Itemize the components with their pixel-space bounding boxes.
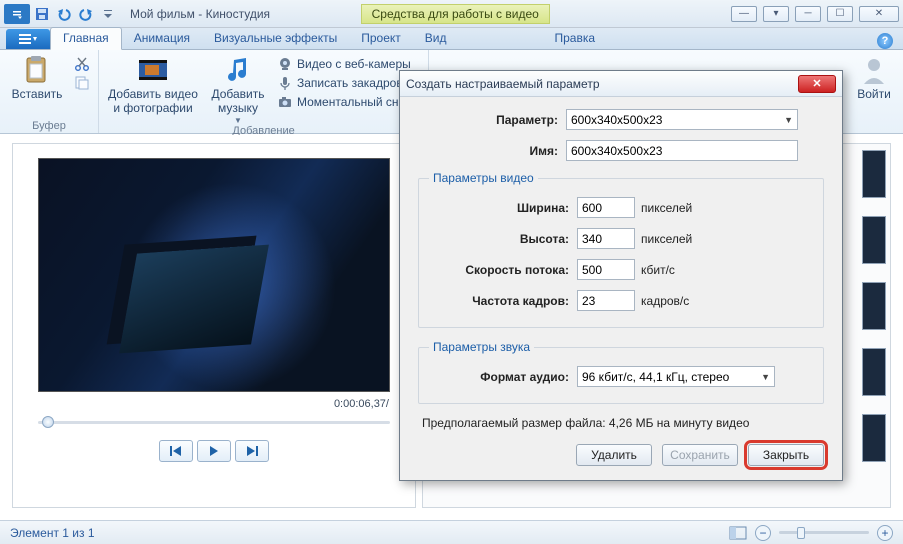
- dialog-title: Создать настраиваемый параметр: [406, 77, 600, 91]
- group-signin: Войти: [845, 50, 903, 133]
- zoom-out-button[interactable]: −: [755, 525, 771, 541]
- name-input[interactable]: [566, 140, 798, 161]
- audio-legend: Параметры звука: [429, 340, 534, 354]
- video-preview[interactable]: [38, 158, 390, 392]
- window-title: Мой фильм - Киностудия: [130, 7, 270, 21]
- status-text: Элемент 1 из 1: [10, 526, 95, 540]
- chevron-down-icon: ▼: [761, 372, 770, 382]
- quick-access-toolbar: [4, 4, 118, 24]
- prev-frame-button[interactable]: [159, 440, 193, 462]
- tab-main[interactable]: Главная: [50, 27, 122, 50]
- qat-dropdown-icon[interactable]: [98, 4, 118, 24]
- delete-button[interactable]: Удалить: [576, 444, 652, 466]
- app-menu-button[interactable]: [4, 4, 30, 24]
- estimate-text: Предполагаемый размер файла: 4,26 МБ на …: [422, 416, 824, 430]
- undo-icon[interactable]: [54, 4, 74, 24]
- height-input[interactable]: [577, 228, 635, 249]
- fps-unit: кадров/с: [641, 294, 689, 308]
- tab-view[interactable]: Вид: [413, 28, 459, 49]
- redo-icon[interactable]: [76, 4, 96, 24]
- video-legend: Параметры видео: [429, 171, 538, 185]
- scissors-icon: [74, 56, 90, 72]
- width-label: Ширина:: [429, 201, 569, 215]
- cut-button[interactable]: [72, 55, 92, 73]
- microphone-icon: [277, 75, 293, 91]
- bitrate-unit: кбит/с: [641, 263, 675, 277]
- webcam-icon: [277, 56, 293, 72]
- width-unit: пикселей: [641, 201, 692, 215]
- title-bar: Мой фильм - Киностудия Средства для рабо…: [0, 0, 903, 28]
- param-select[interactable]: 600x340x500x23▼: [566, 109, 798, 130]
- name-label: Имя:: [418, 144, 558, 158]
- audio-label: Формат аудио:: [429, 370, 569, 384]
- close-button[interactable]: Закрыть: [748, 444, 824, 466]
- sign-in-button[interactable]: Войти: [851, 52, 897, 102]
- add-media-button[interactable]: Добавить видео и фотографии: [105, 52, 201, 116]
- bitrate-label: Скорость потока:: [429, 263, 569, 277]
- group-buffer-label: Буфер: [32, 120, 66, 133]
- tab-edit[interactable]: Правка: [542, 28, 607, 49]
- clip-thumbnail[interactable]: [862, 150, 886, 198]
- minimize-button[interactable]: —: [731, 6, 757, 22]
- tab-animation[interactable]: Анимация: [122, 28, 202, 49]
- status-bar: Элемент 1 из 1 − +: [0, 520, 903, 544]
- fps-input[interactable]: [577, 290, 635, 311]
- file-menu-button[interactable]: [6, 29, 50, 49]
- ribbon-tabs: Главная Анимация Визуальные эффекты Прое…: [0, 28, 903, 50]
- bitrate-input[interactable]: [577, 259, 635, 280]
- tab-effects[interactable]: Визуальные эффекты: [202, 28, 349, 49]
- camera-icon: [277, 94, 293, 110]
- width-input[interactable]: [577, 197, 635, 218]
- copy-button[interactable]: [72, 74, 92, 92]
- save-icon[interactable]: [32, 4, 52, 24]
- close-window-button[interactable]: ✕: [859, 6, 899, 22]
- help-icon[interactable]: ?: [877, 33, 893, 49]
- playback-controls: [159, 440, 269, 462]
- chevron-down-icon: ▼: [784, 115, 793, 125]
- clip-thumbnail[interactable]: [862, 348, 886, 396]
- view-icon[interactable]: [729, 526, 747, 540]
- custom-setting-dialog: Создать настраиваемый параметр ✕ Парамет…: [399, 70, 843, 481]
- play-button[interactable]: [197, 440, 231, 462]
- paste-label: Вставить: [12, 88, 63, 102]
- audio-format-select[interactable]: 96 кбит/с, 44,1 кГц, стерео▼: [577, 366, 775, 387]
- paste-button[interactable]: Вставить: [6, 52, 68, 102]
- clip-thumbnail[interactable]: [862, 414, 886, 462]
- next-frame-button[interactable]: [235, 440, 269, 462]
- preview-pane: 0:00:06,37/: [12, 143, 416, 508]
- dialog-titlebar: Создать настраиваемый параметр ✕: [400, 71, 842, 97]
- param-label: Параметр:: [418, 113, 558, 127]
- scrub-slider[interactable]: [38, 414, 390, 430]
- copy-icon: [74, 75, 90, 91]
- fps-label: Частота кадров:: [429, 294, 569, 308]
- video-params-group: Параметры видео Ширина: пикселей Высота: п…: [418, 171, 824, 328]
- tab-project[interactable]: Проект: [349, 28, 413, 49]
- height-label: Высота:: [429, 232, 569, 246]
- add-music-label: Добавить музыку: [205, 88, 271, 116]
- time-display: 0:00:06,37/: [334, 398, 389, 410]
- maximize-button[interactable]: ☐: [827, 6, 853, 22]
- clip-thumbnail[interactable]: [862, 216, 886, 264]
- save-button: Сохранить: [662, 444, 738, 466]
- dropdown-window-button[interactable]: ▾: [763, 6, 789, 22]
- sign-in-label: Войти: [857, 88, 891, 102]
- audio-params-group: Параметры звука Формат аудио: 96 кбит/с,…: [418, 340, 824, 404]
- minimize2-button[interactable]: ─: [795, 6, 821, 22]
- dialog-close-button[interactable]: ✕: [798, 75, 836, 93]
- group-buffer: Вставить Буфер: [0, 50, 99, 133]
- clip-thumbnail[interactable]: [862, 282, 886, 330]
- group-add: Добавить видео и фотографии Добавить муз…: [99, 50, 429, 133]
- zoom-slider[interactable]: [779, 531, 869, 534]
- chevron-down-icon: ▼: [234, 116, 242, 125]
- zoom-in-button[interactable]: +: [877, 525, 893, 541]
- add-media-label: Добавить видео и фотографии: [105, 88, 201, 116]
- height-unit: пикселей: [641, 232, 692, 246]
- add-music-button[interactable]: Добавить музыку ▼: [205, 52, 271, 125]
- context-tab-label: Средства для работы с видео: [361, 4, 550, 24]
